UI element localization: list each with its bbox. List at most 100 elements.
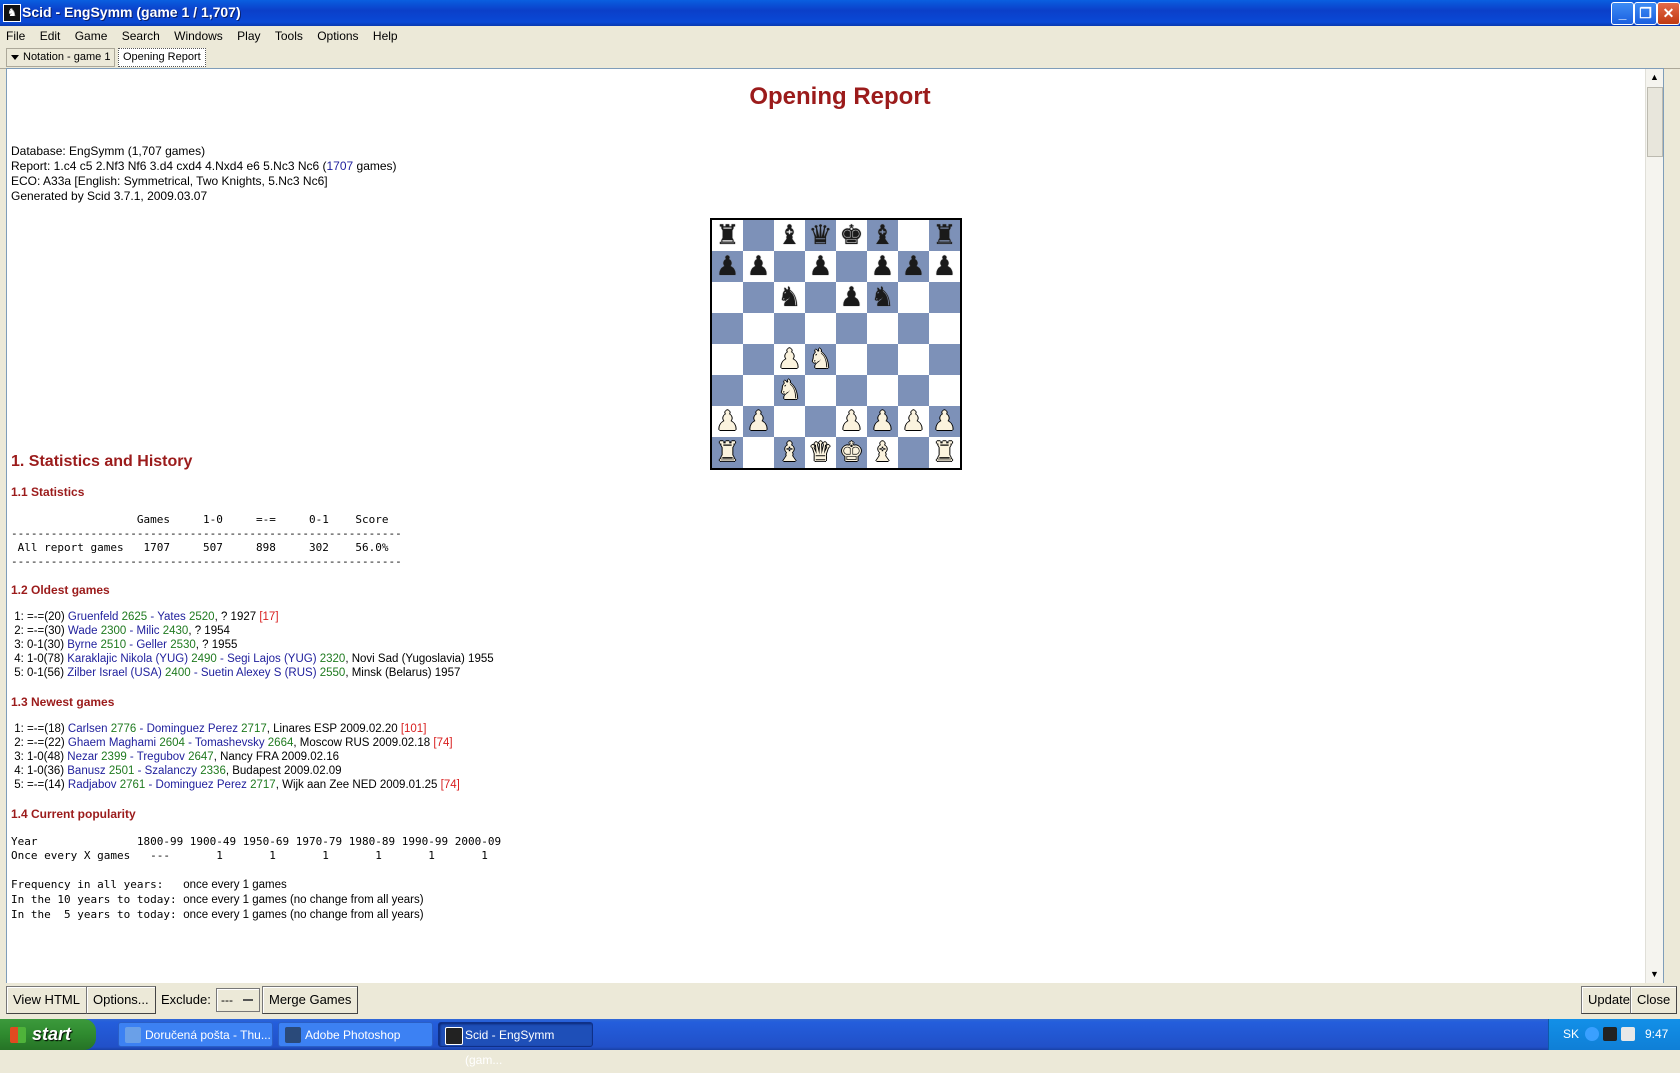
- menu-options[interactable]: Options: [311, 26, 363, 43]
- maximize-button[interactable]: ❐: [1634, 2, 1657, 25]
- menu-search[interactable]: Search: [116, 26, 165, 43]
- view-html-button[interactable]: View HTML: [6, 986, 87, 1014]
- menu-bar: File Edit Game Search Windows Play Tools…: [0, 26, 1680, 46]
- volume-icon[interactable]: [1621, 1027, 1635, 1041]
- board-square: ♟: [774, 344, 805, 375]
- menu-edit[interactable]: Edit: [34, 26, 66, 43]
- freq-value-10: once every 1 games (no change from all y…: [183, 894, 424, 906]
- white-player-link[interactable]: Nezar: [67, 751, 98, 763]
- black-elo: 2530: [167, 639, 196, 651]
- board-square: [743, 344, 774, 375]
- report-view[interactable]: Opening Report Database: EngSymm (1,707 …: [6, 68, 1664, 984]
- freq-value-5: once every 1 games (no change from all y…: [183, 909, 424, 921]
- options-button[interactable]: Options...: [86, 986, 156, 1014]
- game-event: , Wijk aan Zee NED 2009.01.25: [275, 779, 441, 791]
- menu-windows[interactable]: Windows: [168, 26, 228, 43]
- menu-help[interactable]: Help: [367, 26, 403, 43]
- meta-eco: ECO: A33a [English: Symmetrical, Two Kni…: [11, 174, 328, 188]
- black-player-link[interactable]: Yates: [157, 611, 186, 623]
- scroll-down-arrow-icon[interactable]: ▼: [1646, 966, 1663, 983]
- monitor-icon[interactable]: [1603, 1027, 1617, 1041]
- menu-tools[interactable]: Tools: [269, 26, 308, 43]
- white-player-link[interactable]: Radjabov: [68, 779, 117, 791]
- scroll-thumb[interactable]: [1647, 87, 1663, 157]
- meta-report-count[interactable]: 1707: [327, 159, 354, 173]
- black-pawn-icon: ♟: [808, 251, 833, 281]
- tab-opening-report[interactable]: Opening Report: [118, 48, 206, 67]
- black-knight-icon: ♞: [870, 282, 895, 312]
- black-elo: 2550: [316, 667, 346, 679]
- white-king-icon: ♚: [839, 437, 864, 467]
- menu-file[interactable]: File: [0, 26, 30, 43]
- black-pawn-icon: ♟: [746, 251, 771, 281]
- vertical-scrollbar[interactable]: ▲ ▼: [1645, 69, 1663, 983]
- white-player-link[interactable]: Byrne: [67, 639, 97, 651]
- board-square: ♟: [929, 406, 960, 437]
- black-player-link[interactable]: Szalanczy: [145, 765, 197, 777]
- menu-play[interactable]: Play: [231, 26, 265, 43]
- game-move-ref-link[interactable]: [101]: [401, 723, 427, 735]
- board-square: [774, 251, 805, 282]
- dropdown-triangle-icon[interactable]: [11, 54, 19, 60]
- black-player-link[interactable]: Tregubov: [137, 751, 185, 763]
- board-square: [898, 344, 929, 375]
- white-player-link[interactable]: Karaklajic Nikola (YUG): [67, 653, 188, 665]
- taskbar-item-photoshop[interactable]: Adobe Photoshop: [278, 1022, 433, 1047]
- windows-logo-icon: [10, 1027, 26, 1043]
- chess-board: ♜ ♝ ♛ ♚ ♝ ♜ ♟ ♟ ♟ ♟ ♟ ♟ ♞ ♟ ♞ ♟ ♞ ♞ ♟ ♟ ♟ ♟ ♟ ♟ ♜ ♝ ♛ ♚ ♝ ♜: [710, 218, 962, 470]
- black-rook-icon: ♜: [932, 220, 957, 250]
- taskbar-item-scid[interactable]: Scid - EngSymm (gam...: [438, 1022, 593, 1067]
- game-move-ref-link[interactable]: [74]: [433, 737, 452, 749]
- game-event: , ? 1954: [188, 625, 230, 637]
- minimize-button[interactable]: _: [1611, 2, 1634, 25]
- board-square: [836, 344, 867, 375]
- app-icon[interactable]: ♞: [3, 4, 21, 22]
- white-player-link[interactable]: Carlsen: [68, 723, 108, 735]
- start-button[interactable]: start: [0, 1019, 96, 1050]
- taskbar: start Doručená pošta - Thu... Adobe Phot…: [0, 1019, 1680, 1067]
- taskbar-item-thunderbird[interactable]: Doručená pošta - Thu...: [118, 1022, 273, 1047]
- start-label: start: [32, 1024, 72, 1044]
- board-square: [929, 344, 960, 375]
- network-icon[interactable]: [1585, 1027, 1599, 1041]
- black-player-link[interactable]: Tomashevsky: [195, 737, 265, 749]
- black-player-link[interactable]: Segi Lajos (YUG): [227, 653, 316, 665]
- tab-bar: Notation - game 1 Opening Report: [0, 46, 1680, 69]
- close-window-button[interactable]: ✕: [1657, 2, 1680, 25]
- merge-games-button[interactable]: Merge Games: [262, 986, 359, 1014]
- vs-separator: -: [126, 639, 137, 651]
- white-pawn-icon: ♟: [746, 406, 771, 436]
- exclude-select[interactable]: ---: [216, 988, 260, 1012]
- game-move-ref-link[interactable]: [17]: [259, 611, 278, 623]
- menu-game[interactable]: Game: [69, 26, 113, 43]
- meta-report-moves: Report: 1.c4 c5 2.Nf3 Nf6 3.d4 cxd4 4.Nx…: [11, 159, 327, 173]
- taskbar-item-label: Adobe Photoshop: [305, 1028, 401, 1042]
- board-square: ♝: [867, 437, 898, 468]
- board-square: [836, 375, 867, 406]
- tab-notation[interactable]: Notation - game 1: [6, 48, 116, 67]
- game-move-ref-link[interactable]: [74]: [441, 779, 460, 791]
- freq-row-all: Frequency in all years: once every 1 gam…: [11, 877, 424, 892]
- board-square: ♟: [836, 406, 867, 437]
- white-player-link[interactable]: Banusz: [67, 765, 105, 777]
- white-player-link[interactable]: Ghaem Maghami: [68, 737, 156, 749]
- clock[interactable]: 9:47: [1645, 1027, 1668, 1041]
- black-player-link[interactable]: Milic: [137, 625, 160, 637]
- board-square: [712, 313, 743, 344]
- close-button[interactable]: Close: [1630, 986, 1678, 1014]
- black-player-link[interactable]: Suetin Alexey S (RUS): [201, 667, 317, 679]
- stats-rule-bottom: ----------------------------------------…: [11, 555, 402, 568]
- language-indicator[interactable]: SK: [1563, 1027, 1579, 1041]
- update-button[interactable]: Update: [1581, 986, 1637, 1014]
- game-row: 5: =-=(14) Radjabov 2761 - Dominguez Per…: [11, 778, 460, 792]
- black-player-link[interactable]: Geller: [136, 639, 167, 651]
- white-player-link[interactable]: Gruenfeld: [68, 611, 119, 623]
- white-player-link[interactable]: Wade: [68, 625, 98, 637]
- black-player-link[interactable]: Dominguez Perez: [156, 779, 247, 791]
- scroll-up-arrow-icon[interactable]: ▲: [1646, 69, 1663, 86]
- black-player-link[interactable]: Dominguez Perez: [147, 723, 238, 735]
- white-player-link[interactable]: Zilber Israel (USA): [67, 667, 162, 679]
- freq-value-all: once every 1 games: [183, 879, 287, 891]
- white-pawn-icon: ♟: [777, 344, 802, 374]
- stats-rule-top: ----------------------------------------…: [11, 527, 402, 540]
